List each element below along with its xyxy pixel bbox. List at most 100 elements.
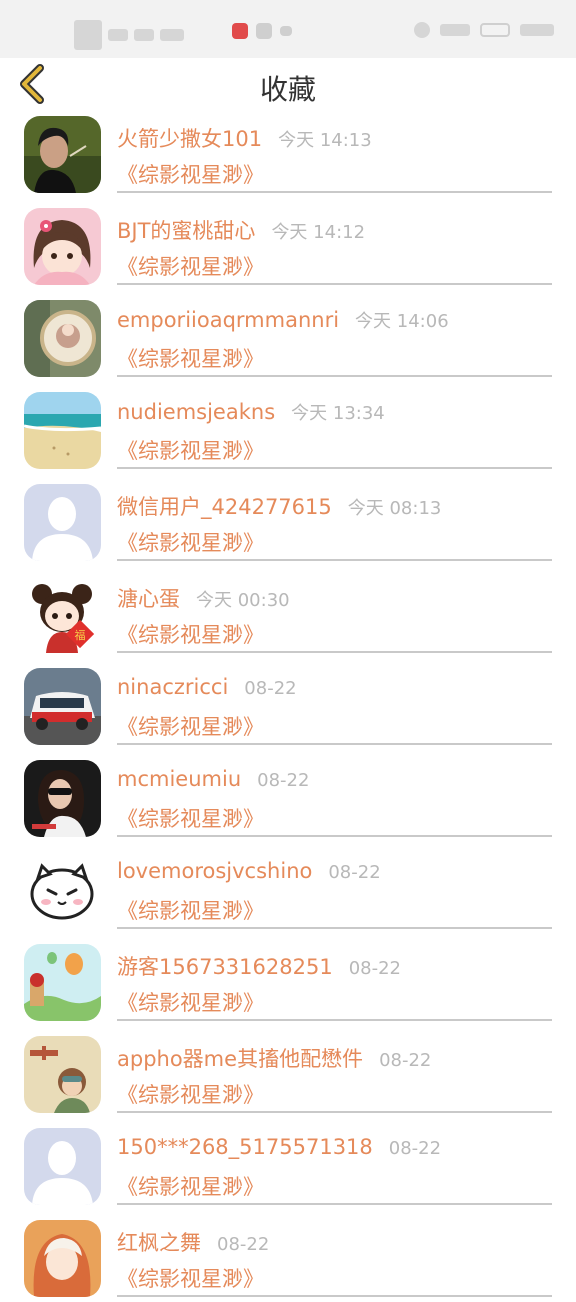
divider bbox=[117, 927, 552, 929]
story-title[interactable]: 《综影视星渺》 bbox=[117, 251, 264, 281]
list-item[interactable]: lovemorosjvcshino 08-22 《综影视星渺》 bbox=[0, 842, 576, 934]
avatar[interactable] bbox=[24, 208, 101, 285]
app-notification-icon bbox=[280, 26, 292, 36]
user-name: 红枫之舞 bbox=[117, 1231, 201, 1255]
story-title[interactable]: 《综影视星渺》 bbox=[117, 987, 264, 1017]
timestamp: 今天 13:34 bbox=[291, 403, 385, 424]
avatar[interactable] bbox=[24, 668, 101, 745]
timestamp: 08-22 bbox=[348, 958, 402, 979]
status-icons-right bbox=[414, 22, 554, 38]
divider bbox=[117, 1111, 552, 1113]
notification-icons bbox=[232, 23, 292, 39]
divider bbox=[117, 1203, 552, 1205]
svg-text:福: 福 bbox=[75, 628, 86, 642]
avatar[interactable] bbox=[24, 760, 101, 837]
divider bbox=[117, 1295, 552, 1297]
avatar[interactable] bbox=[24, 116, 101, 193]
signal-icon bbox=[108, 29, 128, 41]
wifi-icon bbox=[160, 29, 184, 41]
timestamp: 今天 00:30 bbox=[196, 590, 290, 611]
photo-woman-avatar-icon bbox=[24, 116, 101, 193]
avatar[interactable] bbox=[24, 1220, 101, 1297]
user-name: 火箭少撒女101 bbox=[117, 127, 263, 151]
timestamp: 08-22 bbox=[379, 1050, 432, 1071]
list-item[interactable]: 红枫之舞 08-22 《综影视星渺》 bbox=[0, 1210, 576, 1302]
story-title[interactable]: 《综影视星渺》 bbox=[117, 895, 264, 925]
network-icon bbox=[74, 20, 102, 50]
divider bbox=[117, 835, 552, 837]
car-photo-avatar-icon bbox=[24, 668, 101, 745]
story-title[interactable]: 《综影视星渺》 bbox=[117, 619, 264, 649]
user-name: 微信用户_424277615 bbox=[117, 495, 332, 519]
list-item[interactable]: emporiioaqrmmannri 今天 14:06 《综影视星渺》 bbox=[0, 290, 576, 382]
list-item[interactable]: mcmieumiu 08-22 《综影视星渺》 bbox=[0, 750, 576, 842]
story-title[interactable]: 《综影视星渺》 bbox=[117, 1079, 264, 1109]
battery-percent-icon bbox=[440, 24, 470, 36]
pilot-illustration-avatar-icon bbox=[24, 1036, 101, 1113]
timestamp: 今天 14:06 bbox=[355, 311, 449, 332]
divider bbox=[117, 651, 552, 653]
app-notification-icon bbox=[256, 23, 272, 39]
divider bbox=[117, 375, 552, 377]
battery-icon bbox=[480, 23, 510, 37]
default-avatar-icon bbox=[24, 484, 101, 561]
user-name: emporiioaqrmmannri bbox=[117, 308, 340, 332]
timestamp: 08-22 bbox=[257, 770, 310, 791]
story-title[interactable]: 《综影视星渺》 bbox=[117, 803, 264, 833]
list-item[interactable]: 福 溏心蛋 今天 00:30 《综影视星渺》 bbox=[0, 566, 576, 658]
timestamp: 08-22 bbox=[328, 862, 381, 883]
avatar[interactable] bbox=[24, 1128, 101, 1205]
list-item[interactable]: 游客1567331628251 08-22 《综影视星渺》 bbox=[0, 934, 576, 1026]
list-item[interactable]: 150***268_5175571318 08-22 《综影视星渺》 bbox=[0, 1118, 576, 1210]
list-item[interactable]: ninaczricci 08-22 《综影视星渺》 bbox=[0, 658, 576, 750]
avatar[interactable] bbox=[24, 392, 101, 469]
page-title: 收藏 bbox=[259, 73, 316, 106]
story-title[interactable]: 《综影视星渺》 bbox=[117, 527, 264, 557]
avatar[interactable] bbox=[24, 944, 101, 1021]
list-item[interactable]: 微信用户_424277615 今天 08:13 《综影视星渺》 bbox=[0, 474, 576, 566]
woman-dark-photo-avatar-icon bbox=[24, 760, 101, 837]
divider bbox=[117, 1019, 552, 1021]
user-name: ninaczricci bbox=[117, 675, 229, 699]
avatar[interactable] bbox=[24, 300, 101, 377]
story-title[interactable]: 《综影视星渺》 bbox=[117, 711, 264, 741]
timestamp: 08-22 bbox=[217, 1234, 270, 1255]
top-bar: 收藏 bbox=[0, 58, 576, 106]
divider bbox=[117, 283, 552, 285]
story-title[interactable]: 《综影视星渺》 bbox=[117, 159, 264, 189]
user-name: nudiemsjeakns bbox=[117, 400, 276, 424]
user-name: mcmieumiu bbox=[117, 767, 242, 791]
user-name: BJT的蜜桃甜心 bbox=[117, 219, 256, 243]
signal-icon bbox=[134, 29, 154, 41]
list-item[interactable]: nudiemsjeakns 今天 13:34 《综影视星渺》 bbox=[0, 382, 576, 474]
plate-photo-avatar-icon bbox=[24, 300, 101, 377]
user-name: appho器me其搐他配懋件 bbox=[117, 1047, 364, 1071]
default-avatar-icon bbox=[24, 1128, 101, 1205]
timestamp: 今天 08:13 bbox=[347, 498, 442, 519]
divider bbox=[117, 467, 552, 469]
balloon-illustration-avatar-icon bbox=[24, 944, 101, 1021]
story-title[interactable]: 《综影视星渺》 bbox=[117, 435, 264, 465]
list-item[interactable]: 火箭少撒女101 今天 14:13 《综影视星渺》 bbox=[0, 106, 576, 198]
avatar[interactable] bbox=[24, 1036, 101, 1113]
user-name: 游客1567331628251 bbox=[117, 955, 333, 979]
cartoon-bear-avatar-icon bbox=[24, 852, 101, 929]
favorites-list: 火箭少撒女101 今天 14:13 《综影视星渺》 BJT的蜜桃甜心 今天 14… bbox=[0, 106, 576, 1302]
list-item[interactable]: appho器me其搐他配懋件 08-22 《综影视星渺》 bbox=[0, 1026, 576, 1118]
timestamp: 08-22 bbox=[244, 678, 297, 699]
list-item[interactable]: BJT的蜜桃甜心 今天 14:12 《综影视星渺》 bbox=[0, 198, 576, 290]
status-bar bbox=[0, 0, 576, 58]
avatar[interactable] bbox=[24, 852, 101, 929]
avatar[interactable] bbox=[24, 484, 101, 561]
beach-photo-avatar-icon bbox=[24, 392, 101, 469]
cartoon-girl-avatar-icon: 福 bbox=[24, 576, 101, 653]
divider bbox=[117, 743, 552, 745]
app-notification-icon bbox=[232, 23, 248, 39]
avatar[interactable]: 福 bbox=[24, 576, 101, 653]
anime-girl-avatar-icon bbox=[24, 1220, 101, 1297]
alarm-icon bbox=[414, 22, 430, 38]
cartoon-girl-avatar-icon bbox=[24, 208, 101, 285]
story-title[interactable]: 《综影视星渺》 bbox=[117, 1171, 264, 1201]
story-title[interactable]: 《综影视星渺》 bbox=[117, 343, 264, 373]
story-title[interactable]: 《综影视星渺》 bbox=[117, 1263, 264, 1293]
